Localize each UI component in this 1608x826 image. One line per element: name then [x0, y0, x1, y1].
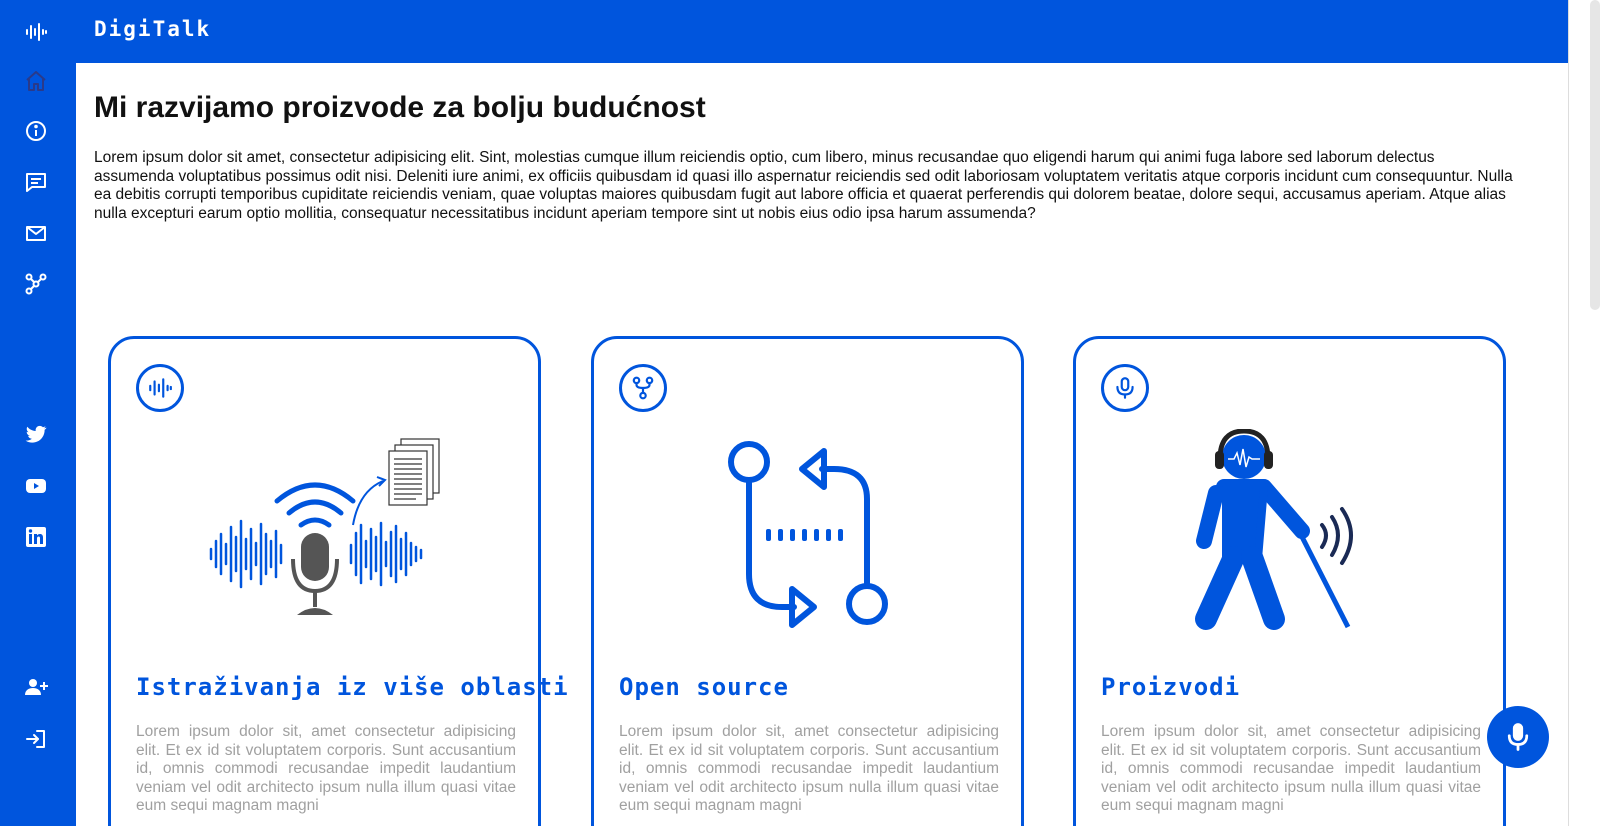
card-text: Lorem ipsum dolor sit, amet consectetur …	[136, 723, 516, 814]
network-icon	[25, 273, 47, 295]
youtube-icon	[26, 479, 46, 493]
sidebar-item-home[interactable]	[18, 63, 54, 99]
card-badge	[136, 364, 184, 412]
add-user-icon	[25, 679, 48, 695]
twitter-icon	[25, 425, 47, 443]
card-research: Istraživanja iz više oblasti Lorem ipsum…	[108, 336, 568, 826]
sidebar-item-youtube[interactable]	[18, 468, 54, 504]
page-title: Mi razvijamo proizvode za bolju budućnos…	[94, 91, 706, 124]
brand-title[interactable]: DigiTalk	[94, 17, 211, 41]
card-text: Lorem ipsum dolor sit, amet consectetur …	[619, 723, 999, 814]
card-products: Proizvodi Lorem ipsum dolor sit, amet co…	[1073, 336, 1506, 826]
voice-assistant-button[interactable]	[1487, 706, 1549, 768]
card-open-source: Open source Lorem ipsum dolor sit, amet …	[591, 336, 1024, 826]
linkedin-icon	[26, 527, 46, 547]
sidebar-item-twitter[interactable]	[18, 416, 54, 452]
card-title: Open source	[619, 673, 789, 701]
microphone-icon	[1116, 377, 1134, 399]
card-text: Lorem ipsum dolor sit, amet consectetur …	[1101, 723, 1481, 814]
git-fork-icon	[632, 376, 654, 400]
top-bar: DigiTalk	[76, 0, 1568, 63]
sidebar-item-chat[interactable]	[18, 164, 54, 200]
card-badge	[619, 364, 667, 412]
main-content: Mi razvijamo proizvode za bolju budućnos…	[76, 63, 1568, 826]
sidebar-item-mail[interactable]	[18, 215, 54, 251]
soundwave-icon	[149, 378, 172, 398]
chat-icon	[26, 173, 46, 192]
soundwave-icon	[26, 23, 47, 41]
open-source-flow-illustration	[728, 441, 888, 628]
sidebar-logo[interactable]	[18, 14, 54, 50]
home-icon	[26, 71, 46, 91]
intro-paragraph: Lorem ipsum dolor sit amet, consectetur …	[94, 149, 1513, 222]
scrollbar-edge	[1568, 0, 1569, 826]
microphone-transcription-illustration	[209, 438, 440, 615]
sidebar-item-network[interactable]	[18, 266, 54, 302]
card-title: Istraživanja iz više oblasti	[136, 673, 569, 701]
login-icon	[26, 730, 45, 748]
mail-icon	[26, 226, 46, 241]
sidebar-item-login[interactable]	[18, 721, 54, 757]
card-badge	[1101, 364, 1149, 412]
sidebar-item-register[interactable]	[18, 669, 54, 705]
sidebar-item-info[interactable]	[18, 113, 54, 149]
blind-person-headphones-illustration	[1195, 429, 1353, 630]
page-scrollbar[interactable]	[1568, 0, 1608, 826]
sidebar-item-linkedin[interactable]	[18, 519, 54, 555]
sidebar	[0, 0, 76, 826]
scrollbar-thumb[interactable]	[1590, 0, 1600, 310]
microphone-icon	[1507, 723, 1529, 751]
info-icon	[26, 121, 46, 141]
card-title: Proizvodi	[1101, 673, 1241, 701]
